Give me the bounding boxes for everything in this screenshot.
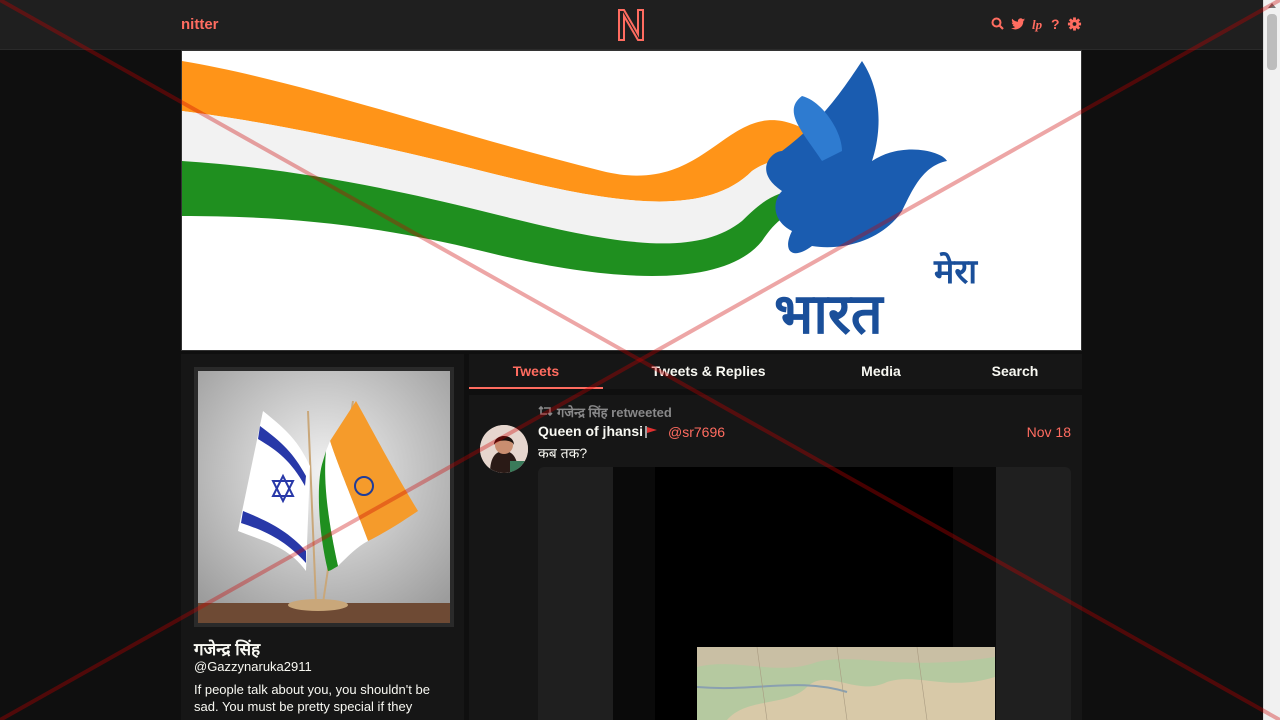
tweet-fullname[interactable]: Queen of jhansi xyxy=(538,423,643,439)
tweet-media[interactable] xyxy=(538,467,1071,720)
twitter-bird-icon[interactable] xyxy=(1010,16,1026,32)
settings-gear-icon[interactable] xyxy=(1067,16,1082,32)
map-thumbnail xyxy=(697,647,995,720)
tab-tweets[interactable]: Tweets xyxy=(469,354,603,389)
flag-emoji-icon xyxy=(645,425,659,438)
top-navbar: nitter lp ? xyxy=(0,0,1263,50)
banner-hindi-line1: मेरा xyxy=(933,251,978,292)
video-player[interactable] xyxy=(613,467,996,720)
tweet-content: कब तक? xyxy=(538,445,588,461)
profile-avatar[interactable] xyxy=(194,367,454,627)
nav-icon-group: lp ? xyxy=(991,16,1082,32)
rss-icon[interactable]: lp xyxy=(1032,16,1045,32)
tab-search[interactable]: Search xyxy=(948,354,1082,389)
help-icon[interactable]: ? xyxy=(1051,16,1061,32)
tweet-avatar[interactable] xyxy=(480,425,528,473)
nitter-logo-icon[interactable] xyxy=(616,8,646,42)
profile-fullname[interactable]: गजेन्द्र सिंह xyxy=(194,637,260,660)
profile-bio: If people talk about you, you shouldn't … xyxy=(194,682,430,714)
banner-image: मेरा भारत xyxy=(182,51,1081,350)
svg-text:?: ? xyxy=(1051,16,1060,32)
nitter-home-link[interactable]: nitter xyxy=(181,16,219,33)
timeline: गजेन्द्र सिंह retweeted Queen of jhansi … xyxy=(469,395,1082,720)
tweet-username[interactable]: @sr7696 xyxy=(668,424,725,440)
retweet-icon xyxy=(538,405,553,420)
search-icon[interactable] xyxy=(991,16,1004,32)
profile-banner[interactable]: मेरा भारत xyxy=(181,50,1082,351)
tweet-date[interactable]: Nov 18 xyxy=(1027,424,1071,440)
timeline-tabs: Tweets Tweets & Replies Media Search xyxy=(469,354,1082,389)
retweet-header: गजेन्द्र सिंह retweeted xyxy=(538,403,672,421)
svg-text:lp: lp xyxy=(1032,17,1043,32)
page-scrollbar[interactable] xyxy=(1263,0,1280,720)
scroll-up-arrow-icon[interactable] xyxy=(1268,3,1276,8)
tab-media[interactable]: Media xyxy=(814,354,948,389)
retweet-header-text: गजेन्द्र सिंह retweeted xyxy=(557,405,672,420)
profile-card: गजेन्द्र सिंह @Gazzynaruka2911 If people… xyxy=(181,354,464,720)
banner-hindi-line2: भारत xyxy=(774,282,885,347)
tab-tweets-and-replies[interactable]: Tweets & Replies xyxy=(603,354,814,389)
profile-username[interactable]: @Gazzynaruka2911 xyxy=(194,659,312,674)
video-frame xyxy=(655,467,995,720)
scroll-thumb[interactable] xyxy=(1267,14,1277,70)
